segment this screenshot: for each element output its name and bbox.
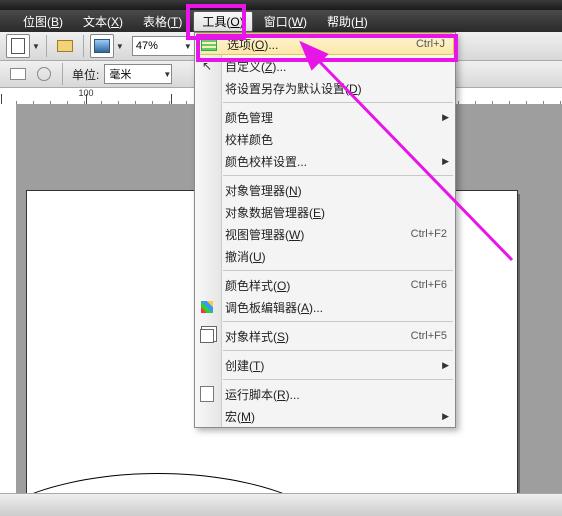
menu-item-label: 校样颜色 — [225, 131, 447, 148]
options-icon — [201, 36, 217, 52]
chevron-down-icon: ▼ — [184, 42, 192, 51]
menu-item-shortcut: Ctrl+F2 — [411, 228, 447, 240]
menu-item-label: 颜色校样设置... — [225, 153, 447, 170]
menu-separator — [223, 379, 453, 380]
menu-item[interactable]: 创建(T)▶ — [195, 354, 455, 376]
target-button[interactable] — [32, 62, 56, 86]
menu-separator — [223, 321, 453, 322]
menu-item[interactable]: 颜色管理▶ — [195, 106, 455, 128]
submenu-arrow-icon: ▶ — [442, 360, 449, 371]
menu-item[interactable]: ↖ 自定义(Z)... — [195, 55, 455, 77]
menu-item-label: 颜色样式(O) — [225, 277, 411, 294]
menu-separator — [223, 270, 453, 271]
palette-icon — [199, 299, 215, 315]
menu-item[interactable]: 选项(O)...Ctrl+J — [196, 33, 454, 55]
tools-menu-dropdown: 选项(O)...Ctrl+J ↖ 自定义(Z)... 将设置另存为默认设置(D) 颜色管… — [194, 32, 456, 428]
new-icon — [11, 38, 25, 54]
vertical-ruler — [0, 104, 17, 494]
image-button[interactable] — [90, 34, 114, 58]
menu-item-label: 将设置另存为默认设置(D) — [225, 80, 447, 97]
open-button[interactable] — [53, 34, 77, 58]
new-button[interactable] — [6, 34, 30, 58]
menu-separator — [223, 102, 453, 103]
menu-h[interactable]: 帮助(H) — [318, 11, 377, 32]
menubar: 位图(B)文本(X)表格(T)工具(O)窗口(W)帮助(H) — [0, 10, 562, 32]
menu-item[interactable]: 颜色校样设置...▶ — [195, 150, 455, 172]
chevron-down-icon[interactable]: ▼ — [32, 42, 40, 51]
menu-o[interactable]: 工具(O) — [193, 11, 252, 32]
separator — [62, 63, 63, 85]
unit-combo[interactable]: 毫米 ▼ — [104, 64, 172, 84]
snap-icon — [10, 68, 26, 80]
menu-item-label: 运行脚本(R)... — [225, 386, 447, 403]
menu-item[interactable]: 对象数据管理器(E) — [195, 201, 455, 223]
menu-item-label: 选项(O)... — [227, 36, 416, 53]
menu-item-label: 对象样式(S) — [225, 328, 411, 345]
menu-item[interactable]: 对象管理器(N) — [195, 179, 455, 201]
menu-w[interactable]: 窗口(W) — [255, 11, 316, 32]
menu-item-shortcut: Ctrl+F5 — [411, 330, 447, 342]
zoom-combo[interactable]: 47% ▼ — [132, 36, 196, 56]
chevron-down-icon[interactable]: ▼ — [116, 42, 124, 51]
menu-item-label: 对象管理器(N) — [225, 182, 447, 199]
separator — [46, 35, 47, 57]
menu-item[interactable]: 调色板编辑器(A)... — [195, 296, 455, 318]
submenu-arrow-icon: ▶ — [442, 156, 449, 167]
menu-t[interactable]: 表格(T) — [134, 11, 191, 32]
menu-x[interactable]: 文本(X) — [74, 11, 132, 32]
menu-item-label: 宏(M) — [225, 408, 447, 425]
menu-item-shortcut: Ctrl+J — [416, 38, 445, 50]
menu-item[interactable]: 校样颜色 — [195, 128, 455, 150]
menu-item-label: 对象数据管理器(E) — [225, 204, 447, 221]
unit-value: 毫米 — [109, 66, 131, 82]
menu-item-shortcut: Ctrl+F6 — [411, 279, 447, 291]
folder-icon — [57, 40, 73, 52]
cursor-icon: ↖ — [199, 58, 215, 74]
chevron-down-icon: ▼ — [163, 70, 171, 79]
menu-item[interactable]: 将设置另存为默认设置(D) — [195, 77, 455, 99]
unit-label: 单位: — [72, 66, 99, 83]
target-icon — [37, 67, 51, 81]
menu-b[interactable]: 位图(B) — [14, 11, 72, 32]
script-icon — [199, 386, 215, 402]
menu-item-label: 撤消(U) — [225, 248, 447, 265]
menu-item[interactable]: 对象样式(S)Ctrl+F5 — [195, 325, 455, 347]
menu-item-label: 自定义(Z)... — [225, 58, 447, 75]
window-titlebar — [0, 0, 562, 10]
menu-item[interactable]: 撤消(U) — [195, 245, 455, 267]
menu-item-label: 视图管理器(W) — [225, 226, 411, 243]
menu-separator — [223, 350, 453, 351]
menu-item[interactable]: 颜色样式(O)Ctrl+F6 — [195, 274, 455, 296]
snap-button[interactable] — [6, 62, 30, 86]
submenu-arrow-icon: ▶ — [442, 411, 449, 422]
menu-item[interactable]: 运行脚本(R)... — [195, 383, 455, 405]
menu-item[interactable]: 宏(M)▶ — [195, 405, 455, 427]
menu-separator — [223, 175, 453, 176]
image-icon — [94, 39, 110, 53]
stack-icon — [199, 328, 215, 344]
zoom-value: 47% — [136, 40, 158, 52]
menu-item-label: 调色板编辑器(A)... — [225, 299, 447, 316]
menu-item-label: 创建(T) — [225, 357, 447, 374]
submenu-arrow-icon: ▶ — [442, 112, 449, 123]
separator — [83, 35, 84, 57]
menu-item-label: 颜色管理 — [225, 109, 447, 126]
horizontal-scrollbar[interactable] — [0, 493, 562, 516]
menu-item[interactable]: 视图管理器(W)Ctrl+F2 — [195, 223, 455, 245]
